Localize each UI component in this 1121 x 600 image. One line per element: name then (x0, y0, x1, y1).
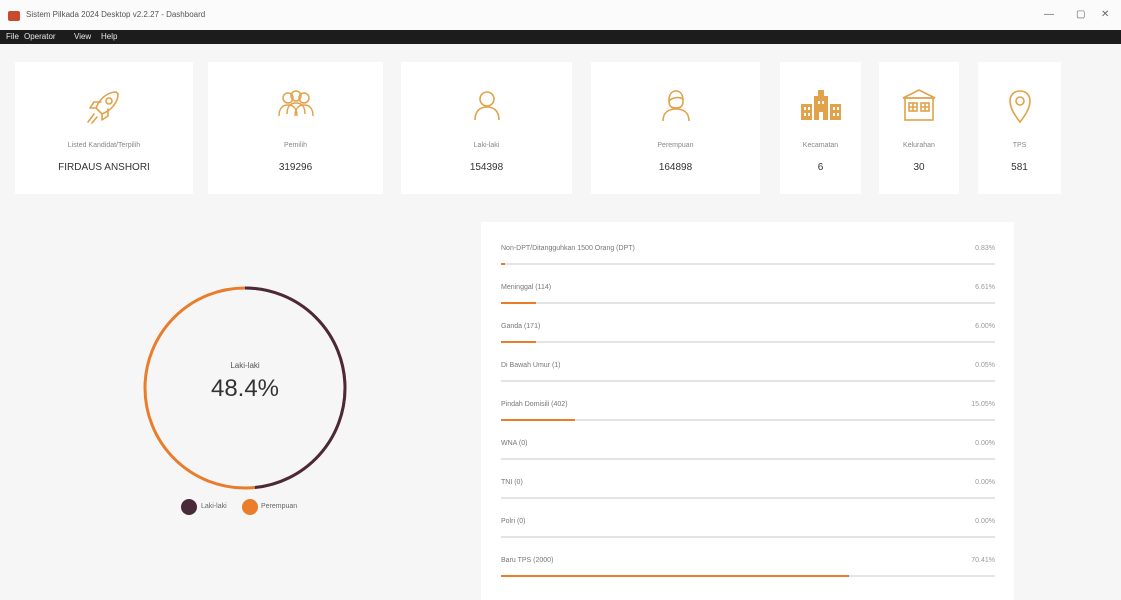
progress-row: Pindah Domisili (402) 15.05% (501, 401, 995, 439)
progress-track (501, 497, 995, 499)
progress-fill (501, 341, 536, 343)
progress-fill (501, 419, 576, 421)
stat-card-voters: Pemilih 319296 (208, 62, 383, 194)
progress-track (501, 419, 995, 421)
progress-label: TNI (0) (501, 479, 523, 486)
progress-row: TNI (0) 0.00% (501, 479, 995, 517)
progress-label: Di Bawah Umur (1) (501, 362, 561, 369)
stat-card-village: Kelurahan 30 (879, 62, 959, 194)
progress-track (501, 575, 995, 577)
progress-value: 70.41% (971, 557, 995, 564)
progress-row: Meninggal (114) 6.61% (501, 284, 995, 322)
buildings-icon (780, 84, 861, 128)
progress-label: Pindah Domisili (402) (501, 401, 568, 408)
card-value: 6 (817, 162, 824, 173)
progress-value: 0.83% (975, 245, 995, 252)
progress-row: Baru TPS (2000) 70.41% (501, 557, 995, 595)
progress-value: 6.61% (975, 284, 995, 291)
progress-value: 0.00% (975, 479, 995, 486)
app-icon (8, 11, 20, 21)
title-bar: Sistem Pilkada 2024 Desktop v2.2.27 - Da… (0, 0, 1121, 30)
card-value: 164898 (658, 162, 693, 173)
progress-fill (501, 302, 536, 304)
stat-card-female: Perempuan 164898 (591, 62, 760, 194)
progress-label: Polri (0) (501, 518, 526, 525)
donut-center-label: Laki-laki (230, 361, 260, 370)
location-pin-icon (978, 84, 1061, 128)
progress-track (501, 302, 995, 304)
menu-view[interactable]: View (74, 32, 91, 41)
progress-row: Ganda (171) 6.00% (501, 323, 995, 361)
menu-help[interactable]: Help (101, 32, 117, 41)
stat-card-tps: TPS 581 (978, 62, 1061, 194)
progress-track (501, 458, 995, 460)
legend-label-female: Perempuan (261, 503, 298, 510)
maximize-button[interactable]: ▢ (1076, 9, 1085, 20)
progress-track (501, 263, 995, 265)
card-label: Listed Kandidat/Terpilih (67, 142, 141, 149)
card-label: Perempuan (657, 142, 694, 149)
stat-card-district: Kecamatan 6 (780, 62, 861, 194)
progress-value: 0.05% (975, 362, 995, 369)
progress-label: Meninggal (114) (501, 284, 552, 291)
progress-label: Non-DPT/Ditangguhkan 1500 Orang (DPT) (501, 245, 635, 252)
female-user-icon (591, 84, 760, 128)
progress-value: 0.00% (975, 518, 995, 525)
progress-row: Polri (0) 0.00% (501, 518, 995, 556)
progress-fill (501, 263, 505, 265)
progress-row: Non-DPT/Ditangguhkan 1500 Orang (DPT) 0.8… (501, 245, 995, 283)
progress-track (501, 341, 995, 343)
window-title: Sistem Pilkada 2024 Desktop v2.2.27 - Da… (26, 10, 206, 19)
card-label: Kecamatan (802, 142, 839, 149)
progress-row: WNA (0) 0.00% (501, 440, 995, 478)
progress-value: 6.00% (975, 323, 995, 330)
progress-track (501, 380, 995, 382)
male-user-icon (401, 84, 572, 128)
close-button[interactable]: ✕ (1101, 9, 1109, 20)
donut-center-value: 48.4% (210, 375, 280, 402)
card-value: 30 (913, 162, 925, 173)
card-label: Kelurahan (903, 142, 935, 149)
legend-dot-female (242, 499, 258, 515)
stat-card-male: Laki-laki 154398 (401, 62, 572, 194)
card-value: 319296 (278, 162, 313, 173)
card-value: 154398 (469, 162, 504, 173)
legend-label-male: Laki-laki (201, 503, 227, 510)
progress-row: Di Bawah Umur (1) 0.05% (501, 362, 995, 400)
progress-label: Baru TPS (2000) (501, 557, 554, 564)
rocket-icon (15, 84, 193, 128)
progress-value: 0.00% (975, 440, 995, 447)
card-label: Pemilih (284, 142, 307, 149)
progress-track (501, 536, 995, 538)
progress-value: 15.05% (971, 401, 995, 408)
people-group-icon (208, 84, 383, 128)
card-label: TPS (1012, 142, 1027, 149)
menu-file[interactable]: File (6, 32, 19, 41)
progress-label: Ganda (171) (501, 323, 541, 330)
card-value: FIRDAUS ANSHORI (58, 162, 150, 173)
voter-breakdown-panel: Non-DPT/Ditangguhkan 1500 Orang (DPT) 0.8… (481, 222, 1014, 600)
legend-dot-male (181, 499, 197, 515)
village-icon (879, 84, 959, 128)
gender-donut-chart: Laki-laki 48.4% (140, 283, 350, 493)
stat-card-candidate: Listed Kandidat/Terpilih FIRDAUS ANSHORI (15, 62, 193, 194)
menu-bar: File Operator View Help (0, 30, 1121, 44)
card-value: 581 (1011, 162, 1028, 173)
progress-label: WNA (0) (501, 440, 528, 447)
menu-operator[interactable]: Operator (24, 32, 56, 41)
progress-fill (501, 575, 849, 577)
card-label: Laki-laki (473, 142, 500, 149)
minimize-button[interactable]: — (1044, 9, 1054, 20)
